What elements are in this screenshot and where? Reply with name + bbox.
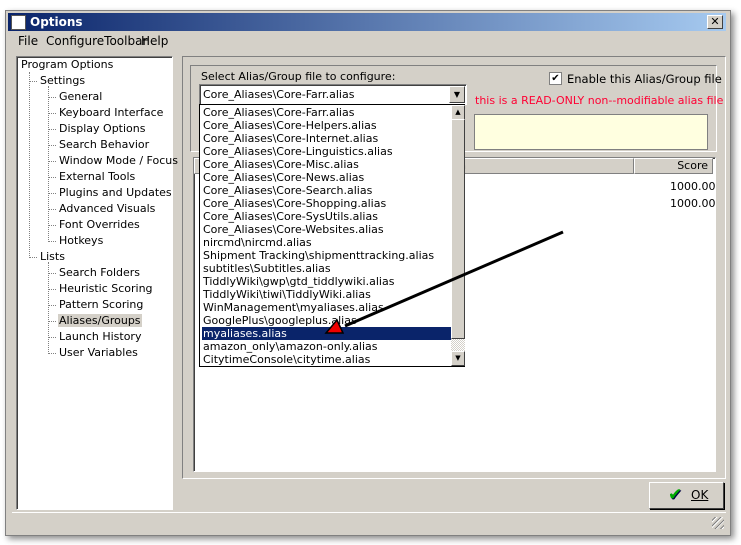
ok-label: OK — [691, 488, 709, 502]
status-bar — [12, 512, 726, 531]
checkmark-icon: ✔ — [668, 485, 683, 505]
arrow-head-icon — [324, 318, 345, 334]
arrow-line — [344, 230, 564, 328]
ok-button[interactable]: ✔ OK — [649, 482, 724, 509]
annotation-arrow — [324, 230, 564, 334]
resize-grip-icon[interactable] — [712, 517, 724, 529]
